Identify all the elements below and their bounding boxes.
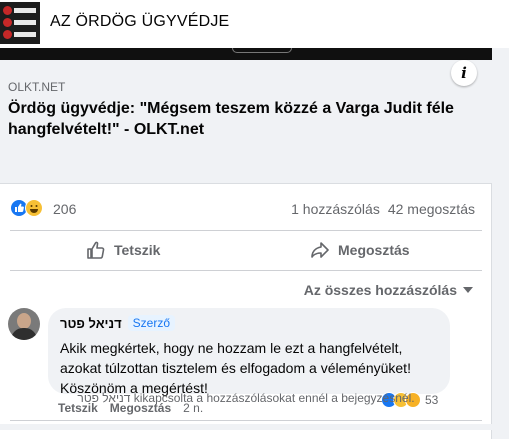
post-card: i OLKT.NET Ördög ügyvédje: "Mégsem tesze… (0, 48, 492, 424)
post-stats: 1 hozzászólás 42 megosztás (291, 201, 475, 217)
page-header: AZ ÖRDÖG ÜGYVÉDJE (0, 0, 509, 48)
comment-sort-dropdown[interactable]: Az összes hozzászólás (304, 282, 473, 298)
link-domain: OLKT.NET (8, 80, 66, 94)
divider (10, 270, 482, 271)
info-icon[interactable]: i (451, 60, 477, 86)
sort-label: Az összes hozzászólás (303, 282, 457, 298)
divider (10, 230, 482, 231)
author-badge: Szerző (127, 315, 176, 331)
page-name[interactable]: AZ ÖRDÖG ÜGYVÉDJE (50, 13, 229, 31)
thumbs-up-icon (87, 241, 105, 259)
comments-closed-notice: דניאל פטר kikapcsolta a hozzászólásokat … (77, 391, 415, 405)
haha-reaction-icon (25, 199, 43, 217)
avatar[interactable] (8, 308, 40, 340)
like-button[interactable]: Tetszik (86, 234, 160, 266)
comment-author[interactable]: דניאל פטר (60, 316, 122, 331)
avatar-row (3, 30, 37, 39)
caret-down-icon (463, 287, 473, 293)
comment-text: Akik megkértek, hogy ne hozzam le ezt a … (60, 340, 411, 396)
link-preview[interactable]: i OLKT.NET Ördög ügyvédje: "Mégsem tesze… (0, 60, 492, 184)
link-image[interactable] (0, 48, 492, 60)
share-button[interactable]: Megosztás (310, 234, 410, 266)
like-label: Tetszik (114, 242, 161, 258)
comment-count[interactable]: 1 hozzászólás (291, 201, 380, 217)
link-title[interactable]: Ördög ügyvédje: "Mégsem teszem közzé a V… (8, 98, 483, 140)
share-label: Megosztás (338, 242, 410, 258)
comment-bubble: דניאל פטר Szerző Akik megkértek, hogy ne… (48, 308, 450, 396)
page-avatar[interactable] (0, 2, 40, 44)
share-count[interactable]: 42 megosztás (388, 201, 475, 217)
avatar-row (3, 18, 37, 27)
feed-gap (0, 424, 509, 439)
divider (10, 420, 482, 421)
avatar-row (3, 6, 37, 15)
share-arrow-icon (311, 242, 329, 258)
reaction-count: 206 (53, 201, 77, 217)
